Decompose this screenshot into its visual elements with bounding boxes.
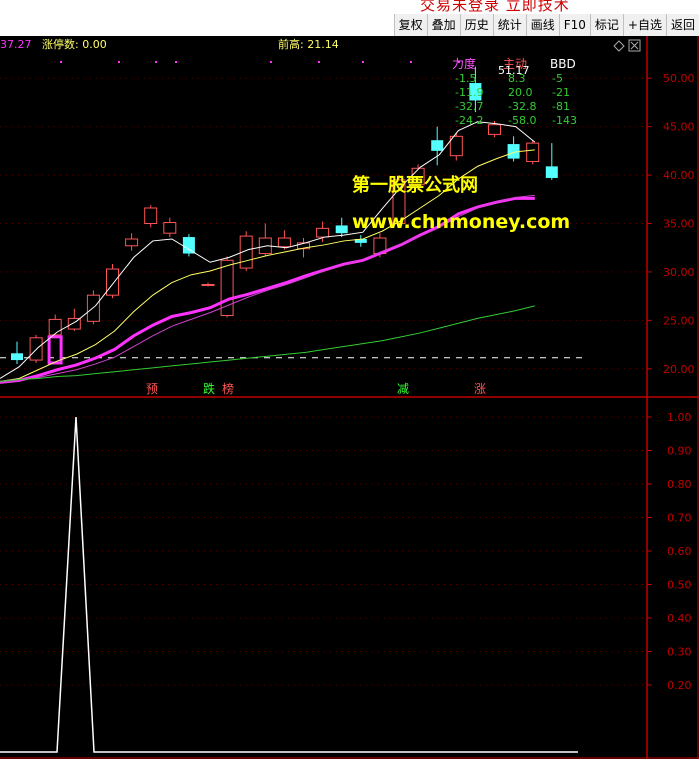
table-rows: -1.5 8.3 -5 -11.9 20.0 -21 -32.7 -32.8 -81 -24.2 -… — [455, 72, 577, 127]
signal-dot — [362, 61, 364, 63]
indicator-tick-label: 0.20 — [667, 679, 692, 692]
indicator-tick-label: 0.80 — [667, 478, 692, 491]
indicator-axis-ticks: 1.00 0.90 0.80 0.70 0.60 0.50 0.40 0.30 0.20 — [647, 411, 692, 692]
table-header-bbd: BBD — [550, 57, 576, 71]
indicator-tick-label: 0.30 — [667, 646, 692, 659]
candle-body — [125, 238, 139, 247]
indicator-tick-label: 0.50 — [667, 579, 692, 592]
chart-canvas[interactable]: 50.00 45.00 40.00 35.00 30.00 25.00 20.00 1.00… — [0, 36, 699, 759]
signal-dot — [318, 61, 320, 63]
candle-body — [144, 207, 158, 224]
diamond-icon[interactable] — [613, 40, 625, 52]
price-tick-label: 35.00 — [663, 218, 695, 231]
indicator-tick-label: 0.70 — [667, 512, 692, 525]
indicator-table: 力度 主动 BBD 51.17 -1.5 8.3 -5-11.9 20.0 -21-32… — [452, 56, 577, 127]
candle-body — [106, 268, 119, 296]
indicator-tick-label: 1.00 — [667, 411, 692, 424]
signal-dot — [155, 61, 157, 63]
table-cell: -32.7 — [455, 100, 483, 113]
signal-label: 跌 — [203, 381, 215, 396]
table-cell: -5 — [552, 72, 563, 85]
price-tick-label: 50.00 — [663, 72, 695, 85]
indicator-tick-label: 0.40 — [667, 612, 692, 625]
watermark-title: 第一股票公式网 — [352, 174, 478, 196]
table-cell: -143 — [552, 114, 577, 127]
candle-body — [163, 222, 177, 234]
signal-dot — [60, 61, 62, 63]
login-notice[interactable]: 交易未登录 立即技术 — [420, 0, 570, 15]
chart-area[interactable]: 50.00 45.00 40.00 35.00 30.00 25.00 20.00 1.00… — [0, 36, 699, 759]
watermark-url: www.chnmoney.com — [352, 211, 570, 233]
mark-button[interactable]: 标记 — [589, 14, 623, 36]
add-watchlist-button[interactable]: +自选 — [622, 14, 666, 36]
signal-dot — [175, 61, 177, 63]
candle-body — [201, 284, 215, 287]
candle-body — [11, 353, 23, 361]
table-header-strength: 力度 — [452, 56, 476, 71]
left-value: 37.27 — [0, 38, 32, 51]
signal-label: 预 — [146, 382, 158, 396]
candle-body — [431, 140, 444, 151]
statistics-button[interactable]: 统计 — [492, 14, 526, 36]
candle-body — [48, 318, 62, 336]
price-axis-ticks: 50.00 45.00 40.00 35.00 30.00 25.00 20.00 — [647, 72, 695, 376]
table-cell: 20.0 — [508, 86, 533, 99]
indicator-tick-label: 0.60 — [667, 545, 692, 558]
price-tick-label: 30.00 — [663, 266, 695, 279]
toolbar: 复权 叠加 历史 统计 画线 F10 标记 +自选 返回 — [393, 14, 699, 36]
history-button[interactable]: 历史 — [459, 14, 493, 36]
close-icon[interactable] — [628, 39, 641, 52]
price-tick-label: 25.00 — [663, 314, 695, 327]
table-cell: -1.5 — [455, 72, 476, 85]
restore-rights-button[interactable]: 复权 — [393, 14, 427, 36]
f10-button[interactable]: F10 — [558, 14, 590, 36]
candle-body — [488, 124, 501, 135]
prev-high-label: 前高: 21.14 — [278, 37, 339, 51]
back-button[interactable]: 返回 — [665, 14, 699, 36]
table-cell: 8.3 — [508, 72, 526, 85]
candle-body — [545, 166, 558, 178]
table-cell: -32.8 — [508, 100, 536, 113]
signal-label: 减 — [397, 382, 409, 396]
candle-body — [316, 227, 330, 238]
table-cell: -58.0 — [508, 114, 536, 127]
limit-up-count: 涨停数: 0.00 — [42, 37, 107, 51]
signal-dot — [410, 61, 412, 63]
price-tick-label: 45.00 — [663, 121, 695, 134]
table-cell: -21 — [552, 86, 570, 99]
candle-body — [182, 237, 195, 254]
candle-body — [277, 237, 291, 248]
top-bar: 交易未登录 立即技术 复权 叠加 历史 统计 画线 F10 标记 +自选 返回 — [0, 0, 699, 36]
table-cell: -24.2 — [455, 114, 483, 127]
table-cell: -81 — [552, 100, 570, 113]
signal-labels: 预 跌榜 减 涨 — [146, 381, 486, 396]
table-cell: -11.9 — [455, 86, 483, 99]
signal-label: 榜 — [222, 381, 234, 396]
indicator-tick-label: 0.90 — [667, 445, 692, 458]
chart-frame — [0, 36, 699, 759]
draw-line-button[interactable]: 画线 — [525, 14, 559, 36]
highlight-candle — [47, 335, 63, 365]
candle-body — [86, 294, 100, 322]
candle-body — [526, 142, 540, 163]
overlay-button[interactable]: 叠加 — [426, 14, 460, 36]
price-tick-label: 20.00 — [663, 363, 695, 376]
price-tick-label: 40.00 — [663, 169, 695, 182]
candle-body — [335, 225, 348, 234]
signal-dots — [60, 61, 460, 63]
ma-line — [0, 305, 535, 382]
signal-dot — [118, 61, 120, 63]
signal-label: 涨 — [474, 381, 486, 396]
signal-dot — [270, 61, 272, 63]
indicator-line — [0, 416, 578, 753]
